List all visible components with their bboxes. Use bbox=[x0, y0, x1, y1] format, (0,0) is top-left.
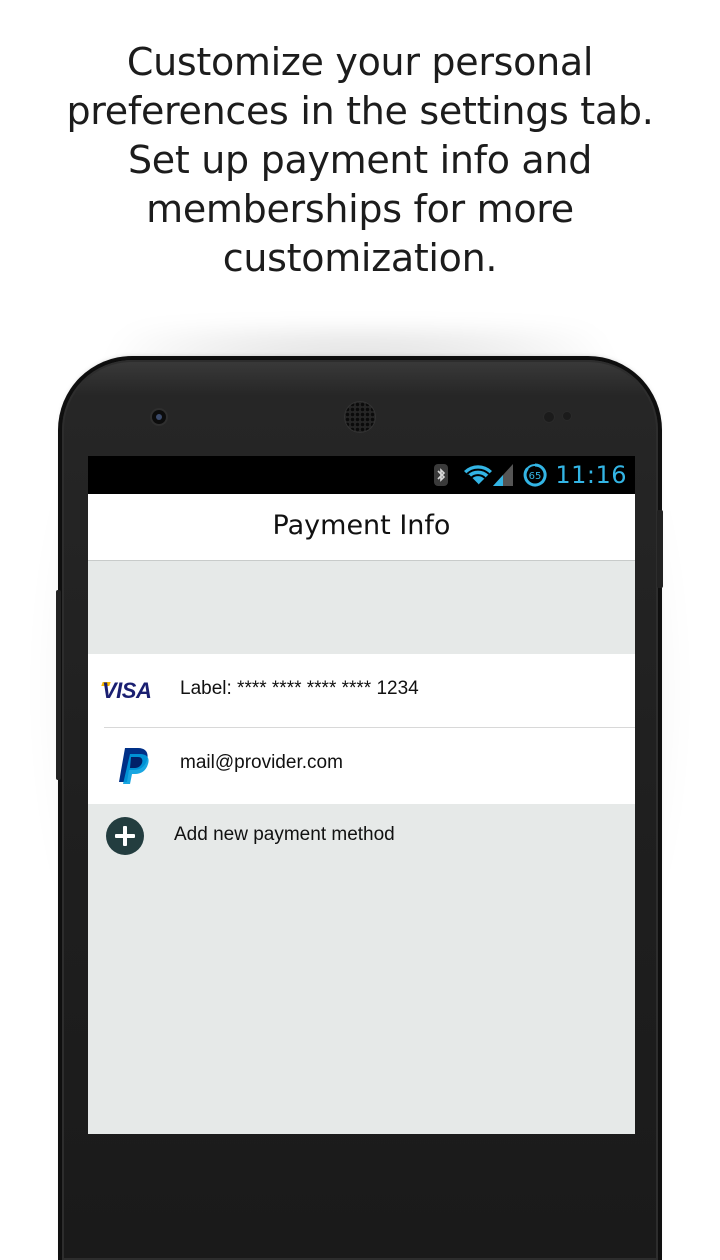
promo-line: Set up payment info and bbox=[127, 138, 593, 182]
battery-icon: 65 bbox=[523, 463, 547, 487]
visa-logo: VISA bbox=[102, 678, 152, 703]
promo-line: Customize your personal bbox=[126, 40, 594, 84]
status-clock: 11:16 bbox=[555, 461, 627, 489]
app-bar: Payment Info bbox=[88, 494, 635, 561]
volume-button bbox=[56, 590, 61, 780]
add-payment-method-label: Add new payment method bbox=[174, 824, 395, 845]
signal-icon bbox=[493, 464, 514, 486]
plus-circle-icon bbox=[106, 817, 144, 855]
page-title: Payment Info bbox=[272, 510, 451, 541]
light-sensor bbox=[563, 412, 571, 420]
paypal-logo bbox=[119, 748, 149, 784]
phone-screen: 65 11:16 Payment Info VISA Label: **** *… bbox=[88, 456, 635, 1134]
promo-headline: Customize your personal preferences in t… bbox=[40, 38, 680, 283]
payment-method-row[interactable]: mail@provider.com bbox=[88, 728, 635, 804]
status-bar: 65 11:16 bbox=[88, 456, 635, 494]
wifi-icon bbox=[464, 465, 493, 486]
payment-methods-list: VISA Label: **** **** **** **** 1234 mai… bbox=[88, 654, 635, 804]
bluetooth-icon bbox=[434, 464, 449, 486]
promo-line: customization. bbox=[222, 236, 498, 280]
power-button bbox=[657, 510, 663, 588]
front-camera bbox=[152, 410, 166, 424]
payment-method-label: mail@provider.com bbox=[180, 752, 343, 773]
status-icons: 65 11:16 bbox=[433, 456, 627, 494]
payment-method-row[interactable]: VISA Label: **** **** **** **** 1234 bbox=[88, 654, 635, 728]
proximity-sensor bbox=[544, 412, 554, 422]
promo-line: preferences in the settings tab. bbox=[66, 89, 654, 133]
svg-text:65: 65 bbox=[529, 471, 542, 482]
add-payment-method-button[interactable]: Add new payment method bbox=[88, 804, 635, 866]
payment-method-label: Label: **** **** **** **** 1234 bbox=[180, 678, 419, 699]
promo-line: memberships for more bbox=[146, 187, 574, 231]
earpiece-speaker bbox=[345, 402, 375, 432]
